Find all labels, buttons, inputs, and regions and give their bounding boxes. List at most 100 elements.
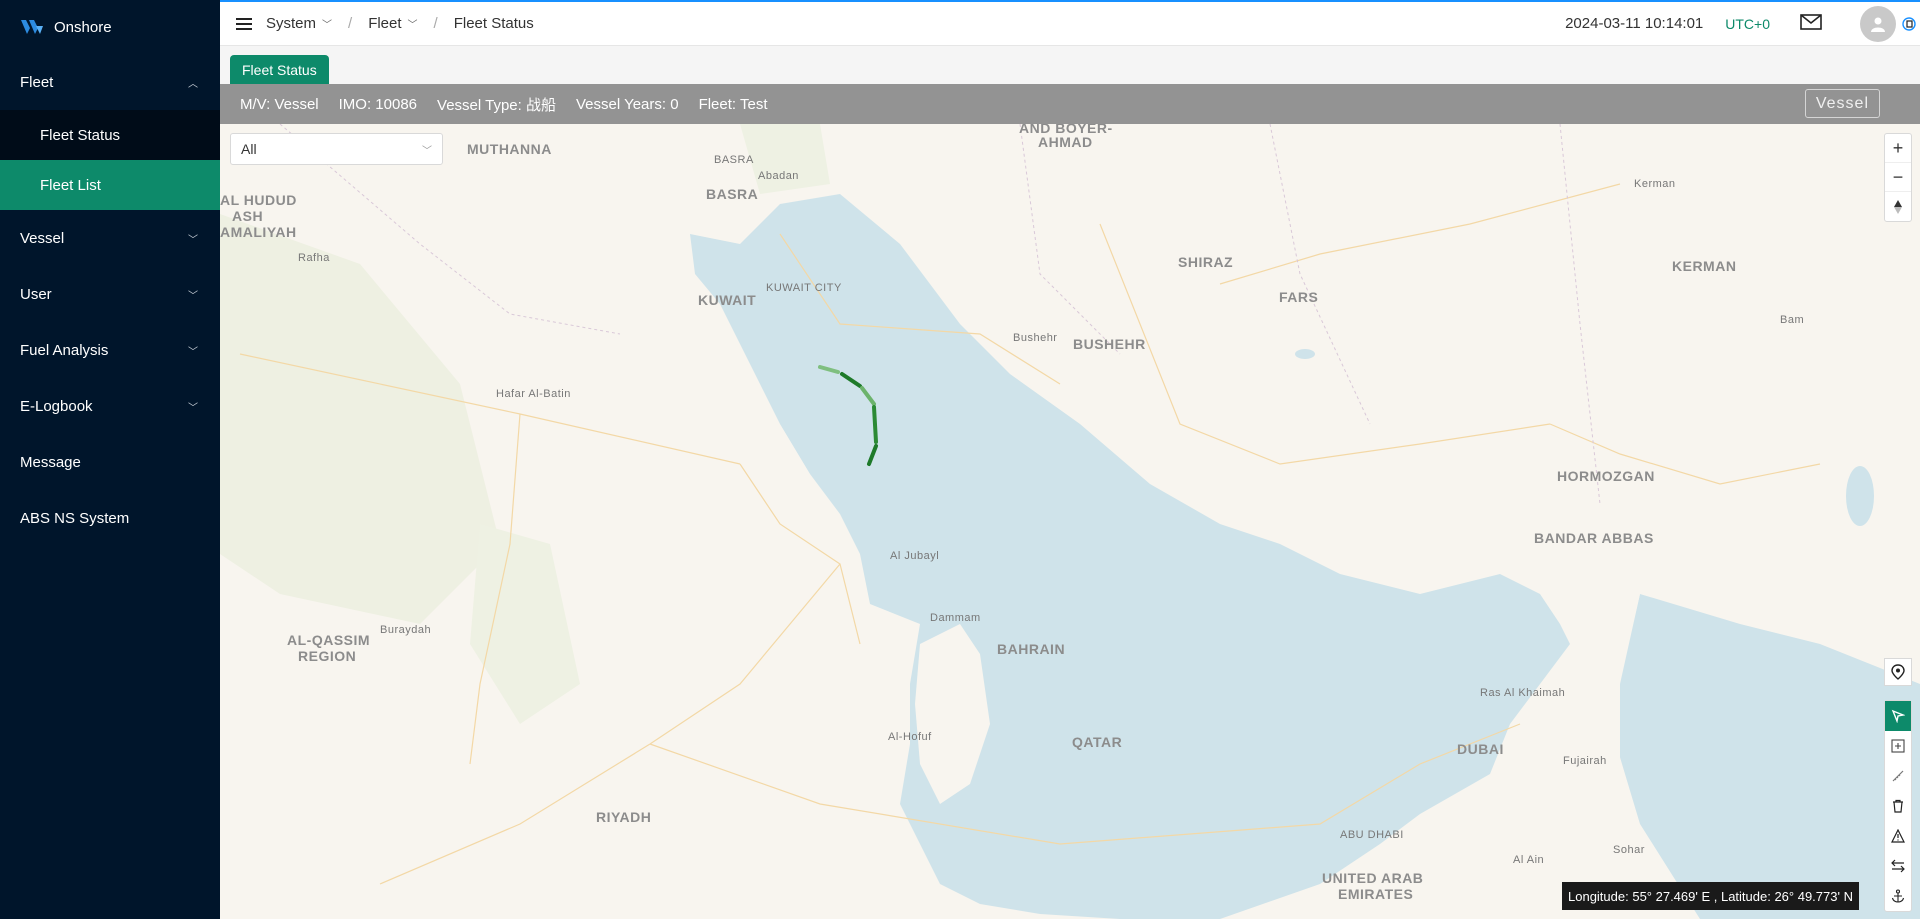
breadcrumb-separator: / xyxy=(433,15,438,32)
sidebar-item-user[interactable]: User ﹀ xyxy=(0,266,220,322)
label-kerman: KERMAN xyxy=(1672,258,1737,274)
vessel-name: M/V: Vessel xyxy=(240,95,319,113)
label-bam: Bam xyxy=(1780,314,1805,326)
route-icon xyxy=(1891,859,1905,873)
select-value: All xyxy=(241,141,257,157)
label-uae-2: EMIRATES xyxy=(1338,886,1414,902)
avatar[interactable] xyxy=(1860,5,1896,42)
label-ash: ASH xyxy=(232,208,264,224)
vessel-type: Vessel Type: 战船 xyxy=(437,96,556,114)
warning-triangle-icon xyxy=(1891,829,1905,843)
sidebar-item-label: ABS NS System xyxy=(20,509,130,527)
vessel-filter-select[interactable]: All ﹀ xyxy=(230,133,443,165)
label-kuwait-city: KUWAIT CITY xyxy=(766,282,842,294)
sidebar-item-message[interactable]: Message xyxy=(0,434,220,490)
label-al-qassim: AL-QASSIM xyxy=(287,632,371,648)
label-uae-1: UNITED ARAB xyxy=(1322,870,1424,886)
chevron-down-icon: ﹀ xyxy=(188,234,198,246)
zoom-out-button[interactable]: − xyxy=(1885,163,1911,192)
label-ahmad: AHMAD xyxy=(1038,134,1093,150)
label-dammam: Dammam xyxy=(930,612,981,624)
sidebar-item-abs-ns-system[interactable]: ABS NS System xyxy=(0,490,220,546)
label-basra: BASRA xyxy=(706,186,759,202)
mail-icon[interactable] xyxy=(1800,13,1822,34)
zoom-in-button[interactable]: + xyxy=(1885,134,1911,163)
chevron-up-icon: ︿ xyxy=(188,78,198,90)
location-pin-icon xyxy=(1891,664,1905,680)
vessel-fleet: Fleet: Test xyxy=(698,95,768,113)
label-abadan: Abadan xyxy=(758,170,799,182)
timezone-selector[interactable]: UTC+0 xyxy=(1725,16,1770,32)
vessel-imo: IMO: 10086 xyxy=(338,95,418,113)
app-logo[interactable]: Onshore xyxy=(0,0,220,54)
chevron-down-icon: ﹀ xyxy=(188,346,198,358)
label-rafha: Rafha xyxy=(298,252,330,264)
sidebar-item-fleet-status[interactable]: Fleet Status xyxy=(0,110,220,160)
label-sohar: Sohar xyxy=(1613,844,1645,856)
sidebar-item-label: Fleet List xyxy=(40,176,101,194)
sidebar-item-label: Vessel xyxy=(20,229,65,247)
coordinate-readout: Longitude: 55° 27.469' E , Latitude: 26°… xyxy=(1562,882,1859,910)
label-bushehr: BUSHEHR xyxy=(1073,336,1146,352)
trash-icon xyxy=(1893,799,1903,813)
sidebar-item-label: User xyxy=(20,285,52,303)
locate-button[interactable] xyxy=(1884,658,1912,686)
route-tool-button[interactable] xyxy=(1885,851,1911,881)
chevron-down-icon[interactable]: ﹀ xyxy=(322,16,332,31)
anchor-icon xyxy=(1891,889,1905,903)
chevron-down-icon[interactable]: ﹀ xyxy=(408,16,418,31)
sidebar-item-label: Fleet Status xyxy=(40,126,121,144)
label-shiraz: SHIRAZ xyxy=(1178,254,1234,270)
sidebar-item-fleet[interactable]: Fleet ︿ xyxy=(0,54,220,110)
sidebar-item-vessel[interactable]: Vessel ﹀ xyxy=(0,210,220,266)
label-fars: FARS xyxy=(1279,289,1319,305)
label-bushehr-city: Bushehr xyxy=(1013,332,1058,344)
label-hormozgan: HORMOZGAN xyxy=(1557,468,1655,484)
tab-fleet-status[interactable]: Fleet Status xyxy=(230,55,329,84)
label-fujairah: Fujairah xyxy=(1563,755,1607,767)
warning-area-tool-button[interactable] xyxy=(1885,821,1911,851)
breadcrumb-separator: / xyxy=(348,15,353,32)
label-kerman-city: Kerman xyxy=(1634,178,1676,190)
label-bahrain: BAHRAIN xyxy=(997,641,1066,657)
label-region: REGION xyxy=(298,648,357,664)
breadcrumb-system[interactable]: System xyxy=(266,15,316,32)
breadcrumb-fleet-status: Fleet Status xyxy=(453,15,534,32)
label-basra-region: BASRA xyxy=(714,154,754,166)
label-al-ain: Al Ain xyxy=(1513,854,1545,866)
vessel-years: Vessel Years: 0 xyxy=(575,95,679,113)
label-al-hofuf: Al-Hofuf xyxy=(888,731,932,743)
delete-tool-button[interactable] xyxy=(1885,791,1911,821)
compass-button[interactable] xyxy=(1885,192,1911,221)
sidebar-item-e-logbook[interactable]: E-Logbook ﹀ xyxy=(0,378,220,434)
anchor-tool-button[interactable] xyxy=(1885,881,1911,911)
sidebar-item-fleet-list[interactable]: Fleet List xyxy=(0,160,220,210)
label-kuwait: KUWAIT xyxy=(698,292,757,308)
menu-toggle-icon[interactable] xyxy=(236,17,252,30)
measure-tool-button[interactable] xyxy=(1885,761,1911,791)
breadcrumb: System ﹀ / Fleet ﹀ / Fleet Status xyxy=(266,15,534,32)
vessel-button[interactable]: Vessel xyxy=(1804,89,1880,118)
chevron-down-icon: ﹀ xyxy=(188,290,198,302)
map-tool-group xyxy=(1884,700,1912,912)
sidebar-item-label: Message xyxy=(20,453,81,471)
vessel-info-bar: M/V: Vessel IMO: 10086 Vessel Type: 战船 V… xyxy=(220,84,1920,124)
logo-icon xyxy=(21,20,43,34)
label-amaliyah: AMALIYAH xyxy=(220,224,297,240)
select-tool-button[interactable] xyxy=(1885,701,1911,731)
label-riyadh: RIYADH xyxy=(596,809,652,825)
sidebar-item-fuel-analysis[interactable]: Fuel Analysis ﹀ xyxy=(0,322,220,378)
label-al-hudud: AL HUDUD xyxy=(220,192,297,208)
breadcrumb-fleet[interactable]: Fleet xyxy=(368,15,401,32)
cursor-icon xyxy=(1891,709,1905,723)
top-header: System ﹀ / Fleet ﹀ / Fleet Status 2024-0… xyxy=(220,2,1920,46)
sidebar-item-label: Fuel Analysis xyxy=(20,341,109,359)
sidebar-item-label: E-Logbook xyxy=(20,397,93,415)
zoom-box-icon xyxy=(1891,739,1905,753)
chevron-down-icon: ﹀ xyxy=(422,146,432,157)
sidebar: Onshore Fleet ︿ Fleet Status Fleet List … xyxy=(0,0,220,919)
tab-label: Fleet Status xyxy=(242,61,317,78)
logout-icon[interactable] xyxy=(1902,16,1916,32)
map-view[interactable]: MUTHANNA BASRA Abadan AND BOYER- AHMAD B… xyxy=(220,124,1920,919)
zoom-box-tool-button[interactable] xyxy=(1885,731,1911,761)
